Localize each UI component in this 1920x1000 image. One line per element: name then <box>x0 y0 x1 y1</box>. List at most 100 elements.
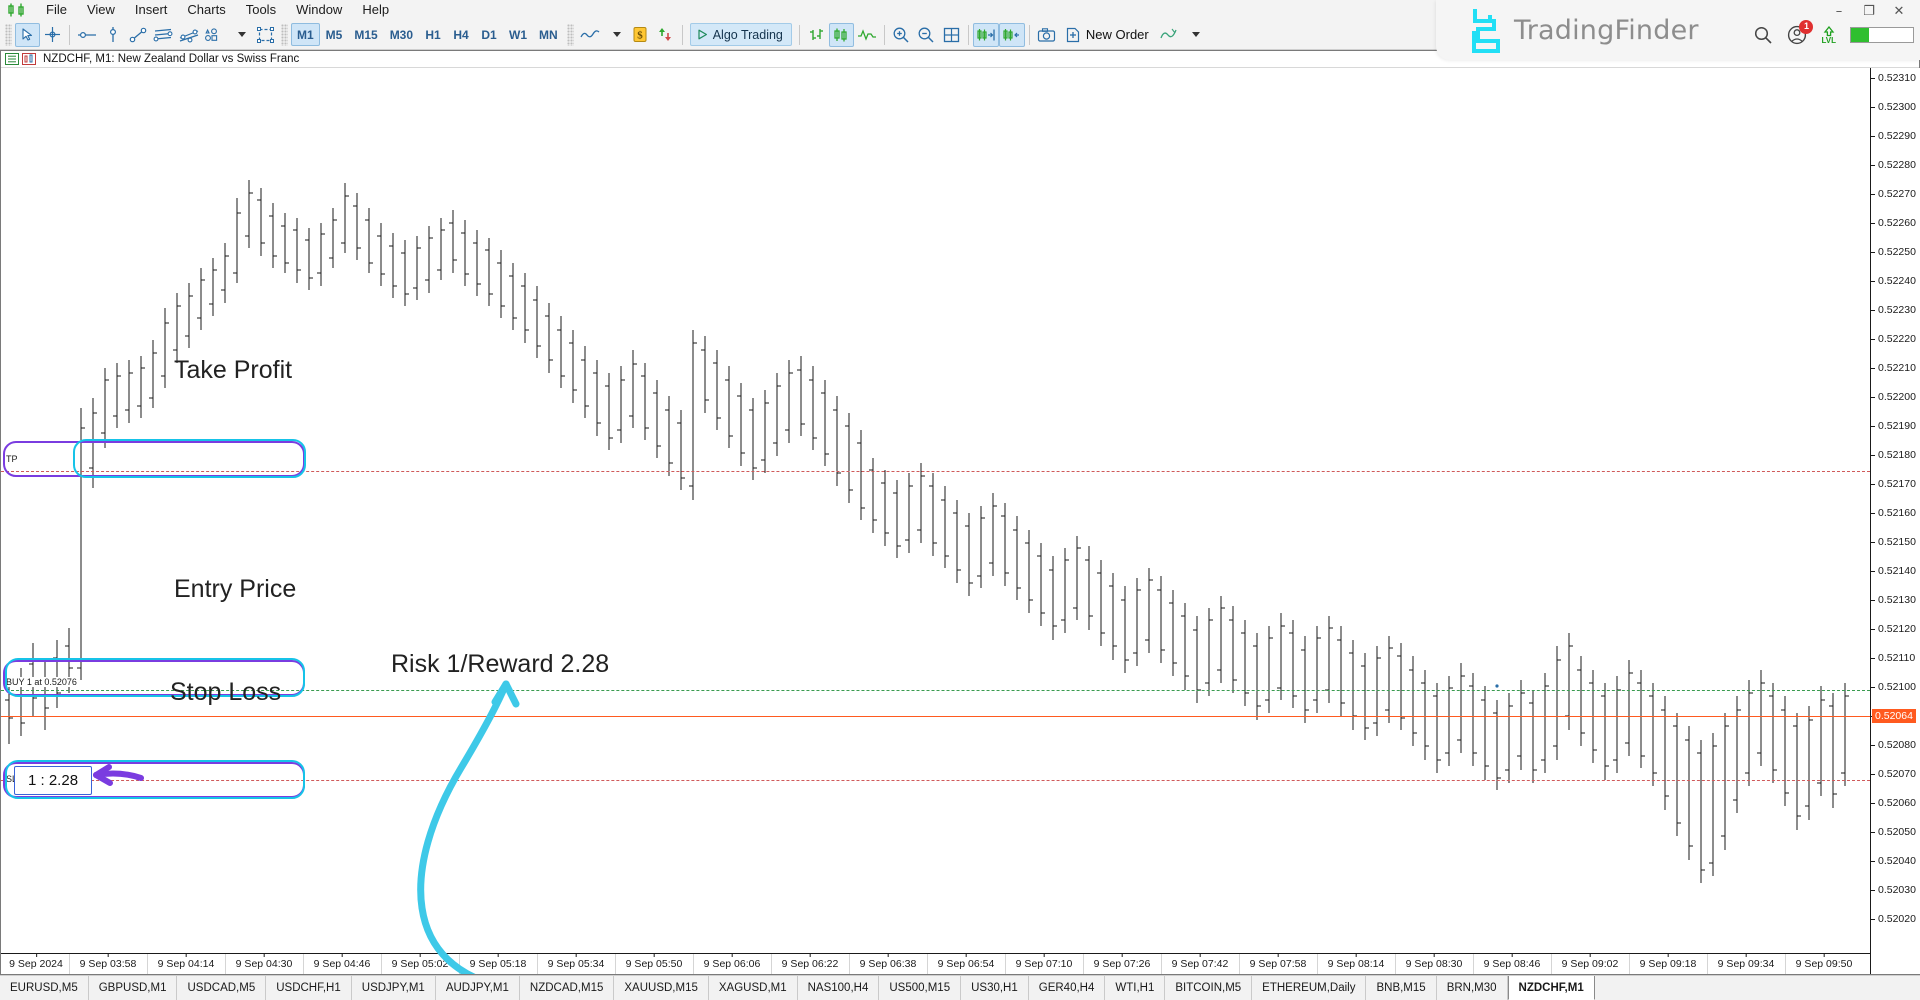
sym-tab-ethereum-daily[interactable]: ETHEREUM,Daily <box>1252 976 1366 1000</box>
timeframe-m15[interactable]: M15 <box>348 23 383 46</box>
timeframe-m1[interactable]: M1 <box>291 23 320 46</box>
sym-tab-us30-h1[interactable]: US30,H1 <box>961 976 1029 1000</box>
toolbar-grip[interactable] <box>5 24 12 46</box>
entry-price-line[interactable] <box>1 690 1870 691</box>
menu-item-insert[interactable]: Insert <box>125 0 178 19</box>
time-separator <box>1005 954 1006 974</box>
fibonacci-icon[interactable] <box>176 23 202 47</box>
sym-tab-bitcoin-m5[interactable]: BITCOIN,M5 <box>1165 976 1252 1000</box>
level-up-icon[interactable]: LVL <box>1821 26 1836 45</box>
balance-meter-icon[interactable] <box>1850 27 1914 43</box>
risk-reward-badge[interactable]: 1 : 2.28 <box>14 766 92 795</box>
account-avatar-icon[interactable]: 1 <box>1787 25 1807 45</box>
line-chart-icon[interactable] <box>854 23 880 47</box>
time-tick: 9 Sep 06:22 <box>782 954 839 970</box>
time-separator <box>69 954 70 974</box>
timeframe-m30[interactable]: M30 <box>384 23 419 46</box>
timeframe-d1[interactable]: D1 <box>475 23 503 46</box>
algo-trading-button[interactable]: Algo Trading <box>690 23 792 46</box>
price-tick: 0.52290 <box>1871 130 1916 142</box>
menu-item-view[interactable]: View <box>77 0 125 19</box>
horizontal-line-icon[interactable] <box>74 23 100 47</box>
camera-snapshot-icon[interactable] <box>1034 23 1059 47</box>
menu-item-tools[interactable]: Tools <box>236 0 286 19</box>
time-separator <box>1707 954 1708 974</box>
search-icon[interactable] <box>1753 25 1773 45</box>
time-tick: 9 Sep 09:18 <box>1640 954 1697 970</box>
indicators-line-icon[interactable] <box>577 23 603 47</box>
menu-item-file[interactable]: File <box>36 0 77 19</box>
currency-dollar-icon[interactable]: $ <box>628 23 653 47</box>
chart-list-icon[interactable] <box>5 53 19 65</box>
zoom-out-icon[interactable] <box>914 23 939 47</box>
candlestick-chart-icon[interactable] <box>829 23 854 47</box>
restore-button[interactable]: ❐ <box>1854 2 1884 20</box>
sym-tab-eurusd-m5[interactable]: EURUSD,M5 <box>0 976 89 1000</box>
shapes-icon[interactable] <box>202 23 228 47</box>
timeframe-h4[interactable]: H4 <box>447 23 475 46</box>
play-triangle-icon <box>697 29 708 40</box>
timeframe-w1[interactable]: W1 <box>503 23 533 46</box>
sym-tab-us500-m15[interactable]: US500,M15 <box>879 976 961 1000</box>
market-depth-icon[interactable] <box>653 23 678 47</box>
minimize-button[interactable]: – <box>1824 2 1854 20</box>
bar-chart-icon[interactable] <box>804 23 829 47</box>
sym-tab-usdchf-h1[interactable]: USDCHF,H1 <box>266 976 352 1000</box>
trendline-icon[interactable] <box>125 23 150 47</box>
menu-item-charts[interactable]: Charts <box>177 0 235 19</box>
shapes-dropdown-caret-icon[interactable] <box>228 23 253 47</box>
templates-icon[interactable] <box>1156 23 1182 47</box>
account-status-row: 1 LVL <box>1753 25 1914 45</box>
new-order-button[interactable]: New Order <box>1059 23 1156 47</box>
tradingfinder-brand-panel: TradingFinder – ❐ ✕ 1 LVL <box>1436 0 1920 60</box>
price-tick: 0.52130 <box>1871 594 1916 606</box>
time-axis[interactable]: 9 Sep 2024 9 Sep 03:58 9 Sep 04:14 9 Sep… <box>1 953 1870 974</box>
templates-dropdown-caret-icon[interactable] <box>1182 23 1207 47</box>
sym-tab-usdcad-m5[interactable]: USDCAD,M5 <box>177 976 266 1000</box>
sym-tab-brn-m30[interactable]: BRN,M30 <box>1437 976 1508 1000</box>
time-separator <box>1629 954 1630 974</box>
menu-item-window[interactable]: Window <box>286 0 352 19</box>
equidistant-channel-icon[interactable] <box>150 23 176 47</box>
price-axis[interactable]: 0.52310 0.52300 0.52290 0.52280 0.52270 … <box>1870 68 1920 974</box>
sym-tab-nzdcad-m15[interactable]: NZDCAD,M15 <box>520 976 614 1000</box>
indicators-dropdown-caret-icon[interactable] <box>603 23 628 47</box>
time-tick: 9 Sep 07:42 <box>1172 954 1229 970</box>
sym-tab-nas100-h4[interactable]: NAS100,H4 <box>798 976 880 1000</box>
menu-item-help[interactable]: Help <box>352 0 399 19</box>
sym-tab-audjpy-m1[interactable]: AUDJPY,M1 <box>436 976 520 1000</box>
sym-tab-ger40-h4[interactable]: GER40,H4 <box>1029 976 1106 1000</box>
brand-logo-group: TradingFinder <box>1468 5 1699 55</box>
toolbar-grip-indicators[interactable] <box>567 24 574 46</box>
chart-auto-scroll-icon[interactable] <box>999 23 1025 47</box>
price-tick: 0.52060 <box>1871 797 1916 809</box>
toolbar-grip-timeframes[interactable] <box>281 24 288 46</box>
sym-tab-bnb-m15[interactable]: BNB,M15 <box>1366 976 1436 1000</box>
timeframe-h1[interactable]: H1 <box>419 23 447 46</box>
time-separator <box>1551 954 1552 974</box>
sym-tab-xagusd-m1[interactable]: XAGUSD,M1 <box>709 976 798 1000</box>
crosshair-icon[interactable] <box>40 23 65 47</box>
close-button[interactable]: ✕ <box>1884 2 1914 20</box>
timeframe-m5[interactable]: M5 <box>320 23 349 46</box>
price-tick: 0.52280 <box>1871 159 1916 171</box>
zoom-in-icon[interactable] <box>889 23 914 47</box>
time-separator <box>1083 954 1084 974</box>
sym-tab-usdjpy-m1[interactable]: USDJPY,M1 <box>352 976 436 1000</box>
stop-loss-price-line[interactable] <box>1 780 1870 781</box>
timeframe-mn[interactable]: MN <box>533 23 564 46</box>
chart-properties-icon[interactable] <box>22 53 36 65</box>
vertical-line-icon[interactable] <box>100 23 125 47</box>
chart-plot-area[interactable]: TP BUY 1 at 0.52076 SL Take Profit Entry… <box>1 68 1920 974</box>
price-tick: 0.52050 <box>1871 826 1916 838</box>
sym-tab-gbpusd-m1[interactable]: GBPUSD,M1 <box>89 976 178 1000</box>
sym-tab-wti-h1[interactable]: WTI,H1 <box>1105 976 1165 1000</box>
take-profit-price-line[interactable] <box>1 471 1870 472</box>
sym-tab-xauusd-m15[interactable]: XAUUSD,M15 <box>614 976 709 1000</box>
grid-icon[interactable] <box>939 23 964 47</box>
cursor-arrow-icon[interactable] <box>15 23 40 47</box>
price-tick: 0.52160 <box>1871 507 1916 519</box>
chart-shift-right-icon[interactable] <box>973 23 999 47</box>
sym-tab-nzdchf-m1[interactable]: NZDCHF,M1 <box>1508 976 1595 1000</box>
objects-select-icon[interactable] <box>253 23 278 47</box>
